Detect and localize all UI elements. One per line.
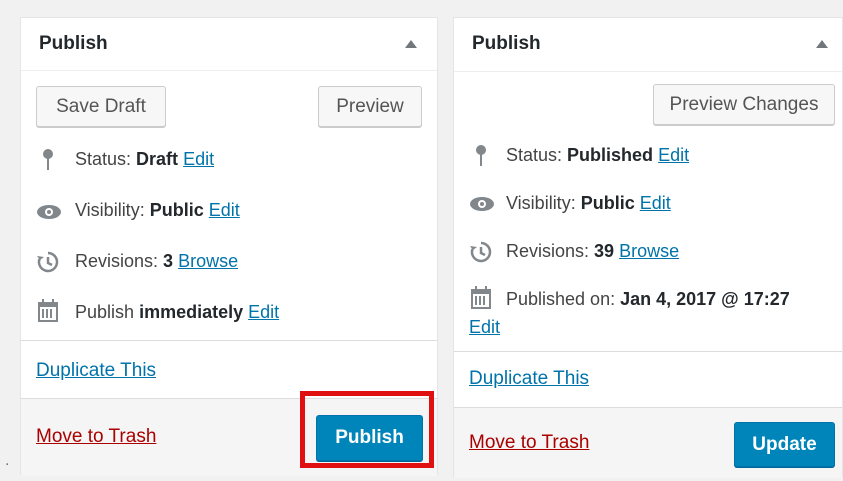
preview-changes-button[interactable]: Preview Changes — [653, 84, 835, 125]
duplicate-section: Duplicate This — [454, 351, 842, 408]
collapse-arrow-icon[interactable] — [816, 40, 828, 48]
box-header: Publish — [21, 18, 437, 71]
major-actions: Move to Trash Update — [454, 407, 842, 478]
update-button[interactable]: Update — [734, 422, 835, 467]
status-row: Status: Draft Edit — [75, 149, 214, 170]
move-to-trash-link[interactable]: Move to Trash — [36, 426, 156, 448]
visibility-value: Public — [580, 193, 635, 213]
revisions-row: Revisions: 39 Browse — [506, 241, 679, 262]
box-title: Publish — [472, 33, 541, 54]
duplicate-link[interactable]: Duplicate This — [469, 368, 589, 390]
revisions-value: 39 — [594, 241, 615, 261]
published-on-label: Published on: — [506, 289, 616, 309]
box-header: Publish — [454, 18, 842, 72]
status-edit-link[interactable]: Edit — [658, 145, 689, 165]
publish-value: immediately — [139, 302, 244, 322]
published-on-edit-row: Edit — [469, 317, 500, 338]
status-label: Status: — [506, 145, 563, 165]
visibility-label: Visibility: — [506, 193, 576, 213]
publish-edit-link[interactable]: Edit — [248, 302, 279, 322]
visibility-value: Public — [149, 200, 204, 220]
move-to-trash-link[interactable]: Move to Trash — [469, 432, 589, 454]
status-value: Published — [567, 145, 654, 165]
revisions-value: 3 — [163, 251, 174, 271]
published-on-edit-link[interactable]: Edit — [469, 317, 500, 337]
duplicate-link[interactable]: Duplicate This — [36, 360, 156, 382]
publish-box-right: Publish Preview Changes Status: Publishe… — [453, 17, 843, 478]
revisions-label: Revisions: — [75, 251, 159, 271]
revisions-browse-link[interactable]: Browse — [178, 251, 238, 271]
visibility-row: Visibility: Public Edit — [506, 193, 671, 214]
save-draft-button[interactable]: Save Draft — [36, 86, 166, 127]
calendar-icon — [471, 286, 491, 309]
revisions-label: Revisions: — [506, 241, 590, 261]
history-icon — [37, 251, 59, 273]
publish-schedule-row: Publish immediately Edit — [75, 302, 279, 323]
published-on-value: Jan 4, 2017 @ 17:27 — [620, 289, 790, 309]
status-label: Status: — [75, 149, 132, 169]
eye-icon — [470, 197, 494, 211]
pin-icon — [476, 145, 486, 166]
corner-mark: . — [5, 452, 10, 469]
visibility-label: Visibility: — [75, 200, 145, 220]
visibility-edit-link[interactable]: Edit — [209, 200, 240, 220]
visibility-row: Visibility: Public Edit — [75, 200, 240, 221]
calendar-icon — [38, 299, 58, 322]
collapse-arrow-icon[interactable] — [405, 40, 417, 48]
preview-button[interactable]: Preview — [318, 86, 422, 127]
status-edit-link[interactable]: Edit — [183, 149, 214, 169]
history-icon — [470, 241, 492, 263]
pin-icon — [43, 149, 53, 170]
box-title: Publish — [39, 33, 108, 54]
eye-icon — [37, 205, 61, 219]
visibility-edit-link[interactable]: Edit — [640, 193, 671, 213]
status-row: Status: Published Edit — [506, 145, 689, 166]
highlight-box — [300, 391, 434, 468]
revisions-browse-link[interactable]: Browse — [619, 241, 679, 261]
revisions-row: Revisions: 3 Browse — [75, 251, 238, 272]
publish-label: Publish — [75, 302, 135, 322]
status-value: Draft — [136, 149, 179, 169]
published-on-row: Published on: Jan 4, 2017 @ 17:27 — [506, 289, 790, 310]
